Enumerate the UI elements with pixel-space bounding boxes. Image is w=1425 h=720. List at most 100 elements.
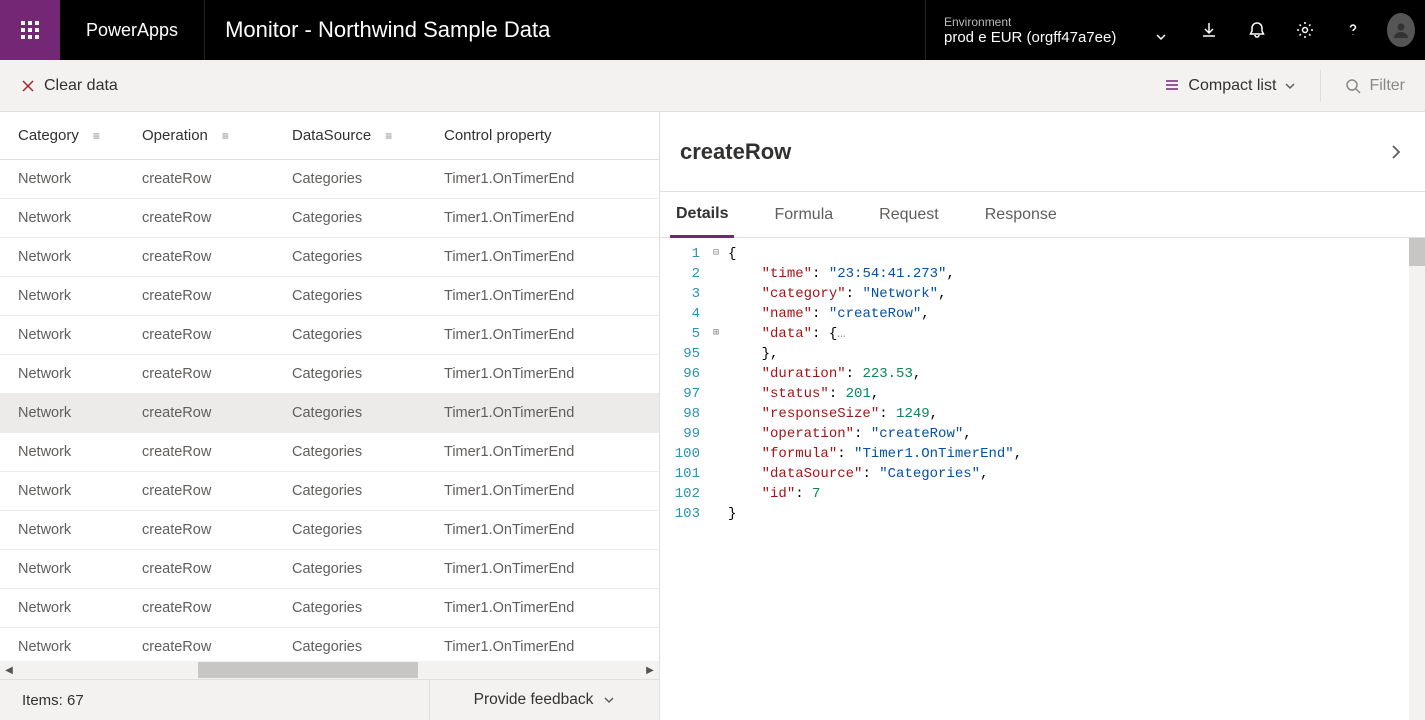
table-row[interactable]: NetworkcreateRowCategoriesTimer1.OnTimer… <box>0 472 659 511</box>
tab-request[interactable]: Request <box>873 192 945 237</box>
provide-feedback-button[interactable]: Provide feedback <box>429 680 659 720</box>
fold-toggle[interactable]: ⊞ <box>708 324 724 344</box>
filter-label: Filter <box>1369 77 1405 95</box>
clear-data-button[interactable]: Clear data <box>12 71 126 101</box>
download-button[interactable] <box>1185 0 1233 60</box>
code-content: "data": {… <box>724 324 846 344</box>
feedback-label: Provide feedback <box>474 691 594 709</box>
tab-formula[interactable]: Formula <box>768 192 839 237</box>
cell-category: Network <box>18 561 142 577</box>
line-number: 2 <box>660 264 708 284</box>
col-datasource[interactable]: DataSource <box>292 127 371 144</box>
table-row[interactable]: NetworkcreateRowCategoriesTimer1.OnTimer… <box>0 550 659 589</box>
cell-category: Network <box>18 249 142 265</box>
table-row[interactable]: NetworkcreateRowCategoriesTimer1.OnTimer… <box>0 355 659 394</box>
scroll-track[interactable] <box>18 662 641 678</box>
code-line: 98 "responseSize": 1249, <box>660 404 1425 424</box>
scroll-thumb[interactable] <box>198 662 418 678</box>
notifications-button[interactable] <box>1233 0 1281 60</box>
cell-category: Network <box>18 327 142 343</box>
col-category[interactable]: Category <box>18 127 79 144</box>
table-row[interactable]: NetworkcreateRowCategoriesTimer1.OnTimer… <box>0 628 659 661</box>
code-content: "id": 7 <box>724 484 820 504</box>
grid-body[interactable]: NetworkcreateRowCategoriesTimer1.OnTimer… <box>0 160 659 661</box>
cell-datasource: Categories <box>292 288 444 304</box>
cell-datasource: Categories <box>292 444 444 460</box>
cell-operation: createRow <box>142 405 292 421</box>
account-button[interactable] <box>1377 0 1425 60</box>
compact-list-button[interactable]: Compact list <box>1156 71 1304 101</box>
line-number: 5 <box>660 324 708 344</box>
json-viewer[interactable]: 1⊟{2 "time": "23:54:41.273",3 "category"… <box>660 238 1425 720</box>
scroll-thumb[interactable] <box>1409 238 1425 266</box>
table-row[interactable]: NetworkcreateRowCategoriesTimer1.OnTimer… <box>0 511 659 550</box>
waffle-menu[interactable] <box>0 0 60 60</box>
help-button[interactable] <box>1329 0 1377 60</box>
cell-operation: createRow <box>142 600 292 616</box>
fold-toggle[interactable]: ⊟ <box>708 244 724 264</box>
col-control-property[interactable]: Control property <box>444 127 552 144</box>
col-menu-icon[interactable]: ≡ <box>379 129 398 143</box>
question-icon <box>1344 21 1362 39</box>
fold-toggle <box>708 504 724 524</box>
table-row[interactable]: NetworkcreateRowCategoriesTimer1.OnTimer… <box>0 316 659 355</box>
horizontal-scrollbar[interactable]: ◀ ▶ <box>0 661 659 679</box>
status-bar: Items: 67 Provide feedback <box>0 679 659 720</box>
table-row[interactable]: NetworkcreateRowCategoriesTimer1.OnTimer… <box>0 433 659 472</box>
table-row[interactable]: NetworkcreateRowCategoriesTimer1.OnTimer… <box>0 199 659 238</box>
cell-datasource: Categories <box>292 405 444 421</box>
fold-toggle <box>708 384 724 404</box>
scroll-left-arrow[interactable]: ◀ <box>0 665 18 676</box>
cell-control-property: Timer1.OnTimerEnd <box>444 600 659 616</box>
cell-category: Network <box>18 210 142 226</box>
table-row[interactable]: NetworkcreateRowCategoriesTimer1.OnTimer… <box>0 394 659 433</box>
table-row[interactable]: NetworkcreateRowCategoriesTimer1.OnTimer… <box>0 589 659 628</box>
code-content: { <box>724 244 736 264</box>
page-title: Monitor - Northwind Sample Data <box>204 0 570 60</box>
cell-datasource: Categories <box>292 210 444 226</box>
main-content: Category ≡ Operation ≡ DataSource ≡ Control… <box>0 112 1425 720</box>
code-content: "name": "createRow", <box>724 304 930 324</box>
settings-button[interactable] <box>1281 0 1329 60</box>
table-row[interactable]: NetworkcreateRowCategoriesTimer1.OnTimer… <box>0 277 659 316</box>
detail-header: createRow <box>660 112 1425 192</box>
code-content: "responseSize": 1249, <box>724 404 938 424</box>
line-number: 102 <box>660 484 708 504</box>
cell-operation: createRow <box>142 483 292 499</box>
line-number: 4 <box>660 304 708 324</box>
scroll-right-arrow[interactable]: ▶ <box>641 665 659 676</box>
list-icon <box>1164 78 1180 94</box>
items-count: Items: 67 <box>0 692 84 709</box>
detail-tabs: Details Formula Request Response <box>660 192 1425 238</box>
code-line: 97 "status": 201, <box>660 384 1425 404</box>
cell-category: Network <box>18 171 142 187</box>
col-menu-icon[interactable]: ≡ <box>87 129 106 143</box>
tab-response[interactable]: Response <box>979 192 1063 237</box>
cell-datasource: Categories <box>292 639 444 655</box>
code-content: "duration": 223.53, <box>724 364 921 384</box>
line-number: 3 <box>660 284 708 304</box>
vertical-scrollbar[interactable] <box>1409 238 1425 720</box>
code-line: 100 "formula": "Timer1.OnTimerEnd", <box>660 444 1425 464</box>
fold-toggle <box>708 284 724 304</box>
code-line: 101 "dataSource": "Categories", <box>660 464 1425 484</box>
cell-category: Network <box>18 405 142 421</box>
toolbar: Clear data Compact list Filter <box>0 60 1425 112</box>
environment-picker[interactable]: Environment prod e EUR (orgff47a7ee) <box>925 0 1185 60</box>
line-number: 1 <box>660 244 708 264</box>
grid-header: Category ≡ Operation ≡ DataSource ≡ Control… <box>0 112 659 160</box>
col-menu-icon[interactable]: ≡ <box>216 129 235 143</box>
expand-detail-button[interactable] <box>1387 143 1405 161</box>
brand-name[interactable]: PowerApps <box>60 20 204 41</box>
filter-button[interactable]: Filter <box>1337 71 1413 101</box>
cell-control-property: Timer1.OnTimerEnd <box>444 483 659 499</box>
cell-category: Network <box>18 444 142 460</box>
cell-operation: createRow <box>142 327 292 343</box>
table-row[interactable]: NetworkcreateRowCategoriesTimer1.OnTimer… <box>0 160 659 199</box>
code-line: 1⊟{ <box>660 244 1425 264</box>
gear-icon <box>1296 21 1314 39</box>
col-operation[interactable]: Operation <box>142 127 208 144</box>
table-row[interactable]: NetworkcreateRowCategoriesTimer1.OnTimer… <box>0 238 659 277</box>
cell-category: Network <box>18 522 142 538</box>
tab-details[interactable]: Details <box>670 193 734 238</box>
